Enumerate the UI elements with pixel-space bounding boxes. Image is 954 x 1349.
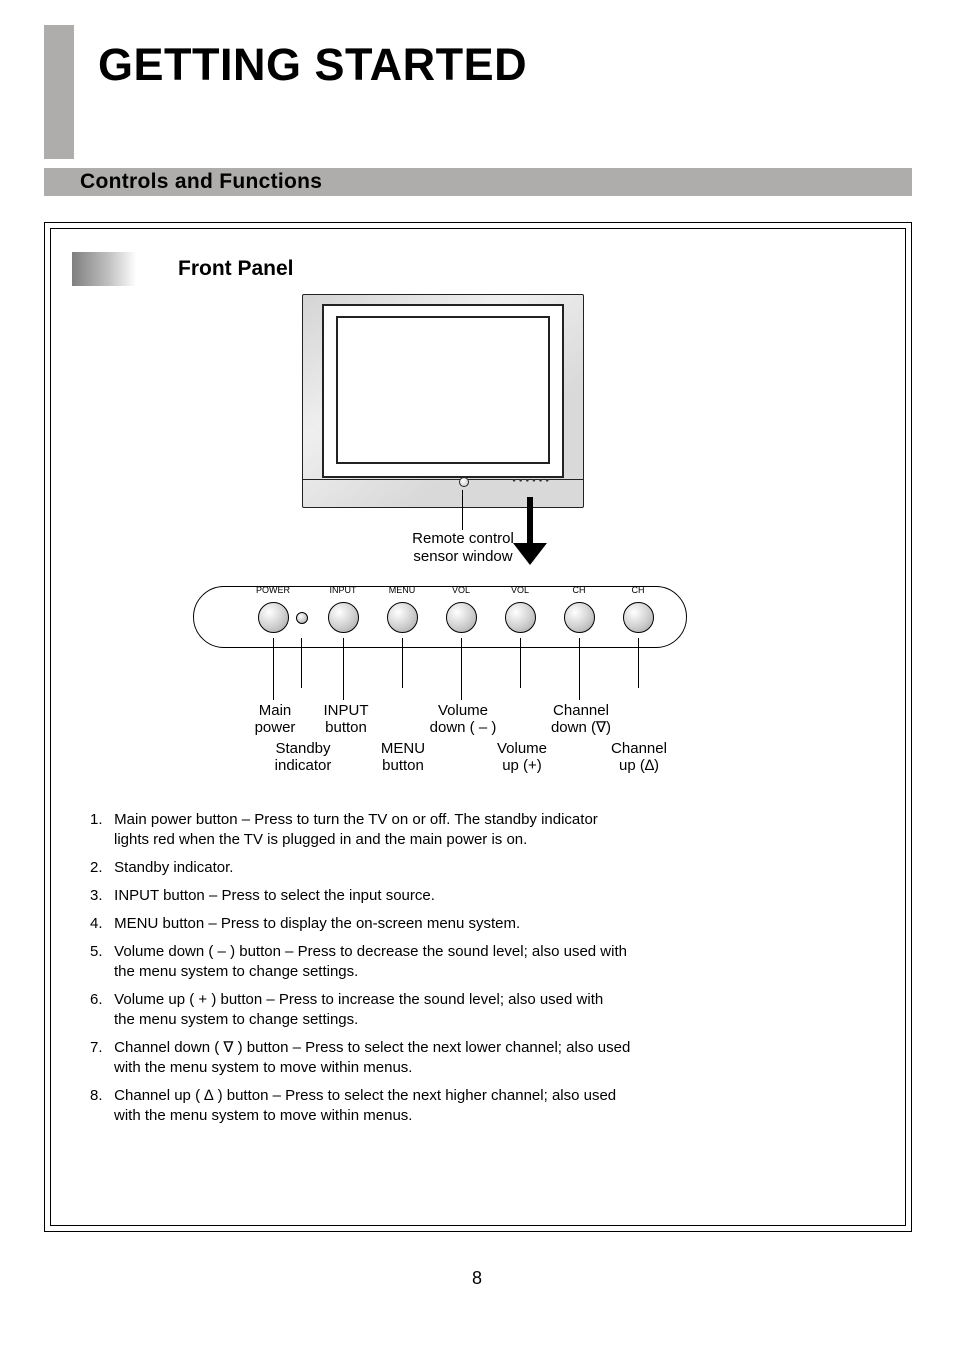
menu-button-graphic: [387, 602, 418, 633]
desc-5b: the menu system to change settings.: [114, 962, 358, 982]
desc-2: 2. Standby indicator.: [90, 858, 233, 878]
desc-num: 4.: [90, 914, 110, 934]
mini-label-power: POWER: [256, 585, 290, 595]
caption-standby: Standby indicator: [270, 740, 336, 775]
lead-line: [520, 638, 521, 688]
desc-text: INPUT button – Press to select the input…: [114, 887, 435, 904]
caption-menu: MENU button: [373, 740, 433, 775]
desc-6b: the menu system to change settings.: [114, 1010, 358, 1030]
mini-label-ch-up: CH: [632, 585, 645, 595]
tv-illustration: [302, 294, 584, 508]
desc-7: 7. Channel down ( ∇ ) button – Press to …: [90, 1038, 630, 1058]
desc-text: Standby indicator.: [114, 859, 233, 876]
desc-1: 1. Main power button – Press to turn the…: [90, 810, 598, 830]
standby-indicator-graphic: [296, 612, 308, 624]
desc-1b: lights red when the TV is plugged in and…: [114, 830, 527, 850]
vol-down-button-graphic: [446, 602, 477, 633]
front-panel-label: Front Panel: [178, 257, 294, 281]
mini-label-menu: MENU: [389, 585, 416, 595]
lead-line: [461, 638, 462, 700]
desc-num: 6.: [90, 990, 110, 1010]
page-number: 8: [472, 1268, 482, 1289]
desc-num: 8.: [90, 1086, 110, 1106]
desc-3: 3. INPUT button – Press to select the in…: [90, 886, 435, 906]
desc-7b: with the menu system to move within menu…: [114, 1058, 412, 1078]
desc-8: 8. Channel up ( ∆ ) button – Press to se…: [90, 1086, 616, 1106]
tv-screen: [336, 316, 550, 464]
input-button-graphic: [328, 602, 359, 633]
desc-num: 7.: [90, 1038, 110, 1058]
side-tab: [44, 25, 74, 159]
lead-line: [273, 638, 274, 700]
ch-down-button-graphic: [564, 602, 595, 633]
caption-vol-up: Volume up (+): [490, 740, 554, 775]
lead-line: [343, 638, 344, 700]
tv-sensor-circle: [459, 477, 469, 487]
desc-text: Channel up ( ∆ ) button – Press to selec…: [114, 1087, 616, 1104]
mini-label-ch-down: CH: [573, 585, 586, 595]
front-control-panel: [193, 586, 687, 648]
caption-vol-down: Volume down ( – ): [428, 702, 498, 737]
desc-text: Volume up ( + ) button – Press to increa…: [114, 991, 603, 1008]
front-panel-gradient: [72, 252, 164, 286]
ch-up-button-graphic: [623, 602, 654, 633]
power-button-graphic: [258, 602, 289, 633]
desc-4: 4. MENU button – Press to display the on…: [90, 914, 520, 934]
section-band: Controls and Functions: [44, 168, 912, 196]
desc-text: Main power button – Press to turn the TV…: [114, 811, 598, 828]
mini-label-input: INPUT: [330, 585, 357, 595]
desc-text: Channel down ( ∇ ) button – Press to sel…: [114, 1039, 630, 1056]
lead-line: [402, 638, 403, 688]
arrow-shaft: [527, 497, 533, 547]
desc-num: 2.: [90, 858, 110, 878]
caption-power: Main power: [245, 702, 305, 737]
lead-line: [638, 638, 639, 688]
page-title: GETTING STARTED: [98, 39, 527, 91]
desc-6: 6. Volume up ( + ) button – Press to inc…: [90, 990, 603, 1010]
desc-8b: with the menu system to move within menu…: [114, 1106, 412, 1126]
page: GETTING STARTED Controls and Functions F…: [0, 0, 954, 1349]
caption-input: INPUT button: [316, 702, 376, 737]
tv-button-dots: [512, 475, 552, 484]
mini-label-vol-up: VOL: [511, 585, 529, 595]
desc-num: 5.: [90, 942, 110, 962]
desc-5: 5. Volume down ( – ) button – Press to d…: [90, 942, 627, 962]
caption-ch-down: Channel down (∇): [545, 702, 617, 737]
desc-text: MENU button – Press to display the on-sc…: [114, 915, 520, 932]
lead-line: [579, 638, 580, 700]
controls-heading: Controls and Functions: [80, 170, 322, 194]
vol-up-button-graphic: [505, 602, 536, 633]
lead-line-sensor: [462, 490, 463, 530]
desc-num: 3.: [90, 886, 110, 906]
lead-line: [301, 638, 302, 688]
caption-ch-up: Channel up (∆): [606, 740, 672, 775]
desc-text: Volume down ( – ) button – Press to decr…: [114, 943, 627, 960]
desc-num: 1.: [90, 810, 110, 830]
mini-label-vol-down: VOL: [452, 585, 470, 595]
